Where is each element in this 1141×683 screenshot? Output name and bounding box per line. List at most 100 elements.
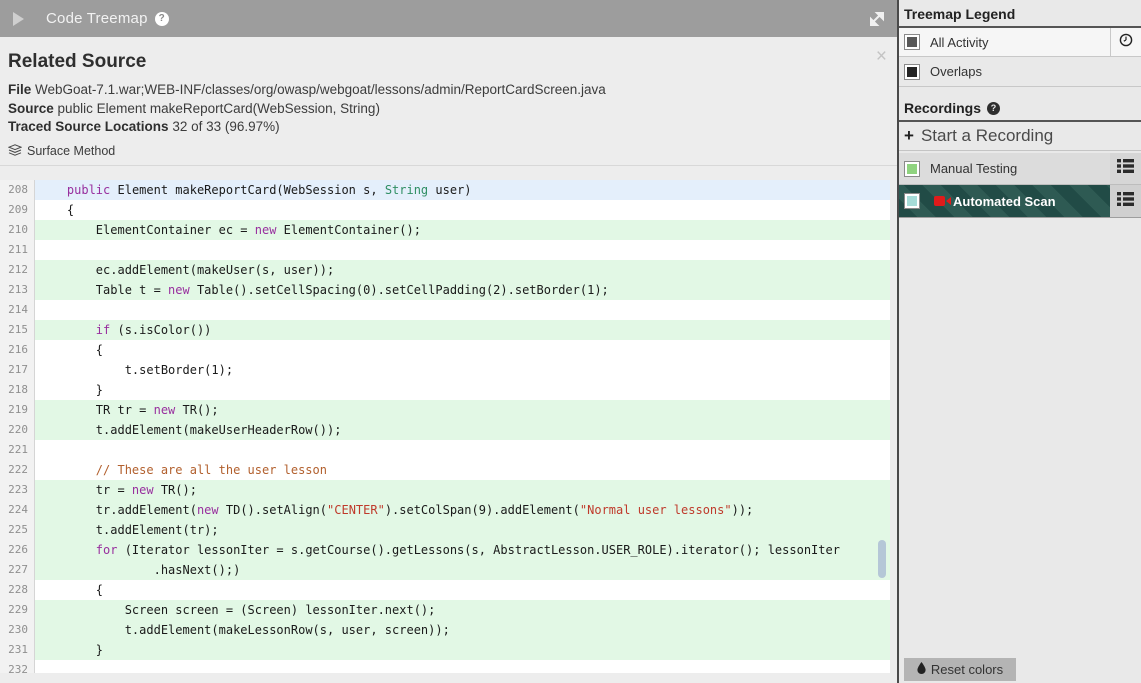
line-number: 210: [0, 220, 35, 240]
code-lines: 208 public Element makeReportCard(WebSes…: [0, 180, 890, 673]
line-number: 208: [0, 180, 35, 200]
recordings-help-icon[interactable]: ?: [987, 101, 1001, 115]
recordings-title: Recordings: [904, 100, 982, 116]
code-line: 229 Screen screen = (Screen) lessonIter.…: [0, 600, 890, 620]
divider: [0, 164, 899, 166]
line-number: 224: [0, 500, 35, 520]
code-line: 222 // These are all the user lesson: [0, 460, 890, 480]
treemap-header: Code Treemap ?: [0, 0, 899, 37]
recording-item-automated-scan[interactable]: Automated Scan: [899, 185, 1141, 218]
close-icon[interactable]: ×: [876, 47, 887, 66]
manual-testing-menu[interactable]: [1110, 153, 1141, 184]
all-activity-label: All Activity: [930, 34, 989, 50]
surface-method-label: Surface Method: [27, 144, 116, 158]
line-number: 232: [0, 660, 35, 673]
line-number: 212: [0, 260, 35, 280]
start-recording-button[interactable]: + Start a Recording: [899, 122, 1141, 151]
surface-method-row[interactable]: Surface Method: [0, 143, 899, 159]
code-line: 231 }: [0, 640, 890, 660]
plus-icon: +: [904, 126, 914, 145]
code-line: 220 t.addElement(makeUserHeaderRow());: [0, 420, 890, 440]
code-text: t.setBorder(1);: [124, 363, 234, 377]
treemap-legend-title: Treemap Legend: [904, 6, 1016, 22]
code-text: public Element makeReportCard(WebSession…: [35, 180, 890, 200]
reset-colors-label: Reset colors: [930, 662, 1004, 677]
code-text: .hasNext();): [35, 560, 890, 580]
all-activity-swatch: [904, 34, 920, 50]
code-text: t.addElement(makeUserHeaderRow());: [35, 420, 890, 440]
reset-colors-button[interactable]: Reset colors: [904, 658, 1016, 681]
code-line: 228 {: [0, 580, 890, 600]
code-text: tr.addElement(new TD().setAlign("CENTER"…: [35, 500, 890, 520]
code-text: t.addElement(tr);: [35, 520, 890, 540]
line-number: 215: [0, 320, 35, 340]
manual-testing-swatch: [904, 160, 920, 177]
code-text: Table t = new Table().setCellSpacing(0).…: [35, 280, 890, 300]
manual-testing-main: Manual Testing: [899, 153, 1110, 184]
expand-icon[interactable]: [868, 10, 885, 32]
start-recording-label: Start a Recording: [920, 126, 1054, 145]
code-text: {: [66, 203, 75, 217]
help-icon[interactable]: ?: [154, 11, 169, 26]
code-line: 211: [0, 240, 890, 260]
line-number: 222: [0, 460, 35, 480]
clock-icon: [1119, 33, 1133, 52]
line-number: 229: [0, 600, 35, 620]
file-value: WebGoat-7.1.war;WEB-INF/classes/org/owas…: [35, 82, 606, 97]
traced-row: Traced Source Locations 32 of 33 (96.97%…: [0, 118, 899, 137]
code-line: 210 ElementContainer ec = new ElementCon…: [0, 220, 890, 240]
code-line: 221: [0, 440, 890, 460]
manual-testing-label: Manual Testing: [930, 161, 1018, 176]
line-number: 219: [0, 400, 35, 420]
code-line: 212 ec.addElement(makeUser(s, user));: [0, 260, 890, 280]
line-number: 227: [0, 560, 35, 580]
legend-item-overlaps[interactable]: Overlaps: [899, 57, 1141, 87]
recordings-heading: Recordings ?: [899, 94, 1141, 122]
line-number: 217: [0, 360, 35, 380]
code-text: ElementContainer ec = new ElementContain…: [35, 220, 890, 240]
list-icon: [1117, 159, 1134, 178]
automated-scan-swatch: [904, 193, 920, 209]
layers-icon: [7, 143, 23, 159]
line-number: 226: [0, 540, 35, 560]
overlaps-swatch: [904, 63, 920, 80]
legend-item-all-activity[interactable]: All Activity: [899, 28, 1141, 57]
line-number: 230: [0, 620, 35, 640]
code-text: }: [95, 383, 104, 397]
code-line: 226 for (Iterator lessonIter = s.getCour…: [0, 540, 890, 560]
code-line: 224 tr.addElement(new TD().setAlign("CEN…: [0, 500, 890, 520]
code-line: 215 if (s.isColor()): [0, 320, 890, 340]
activity-time-cell[interactable]: [1110, 28, 1141, 56]
source-code-viewer[interactable]: 208 public Element makeReportCard(WebSes…: [0, 180, 890, 673]
source-value: public Element makeReportCard(WebSession…: [57, 100, 380, 116]
automated-scan-menu[interactable]: [1110, 185, 1141, 217]
line-number: 231: [0, 640, 35, 660]
video-camera-icon: [934, 195, 951, 207]
code-text: if (s.isColor()): [35, 320, 890, 340]
code-text: // These are all the user lesson: [95, 463, 327, 477]
collapse-play-icon[interactable]: [13, 11, 24, 26]
treemap-sidebar: Treemap Legend All Activity Overlaps Rec…: [897, 0, 1141, 683]
file-label: File: [8, 82, 32, 97]
panel-title: Related Source: [8, 51, 147, 72]
automated-scan-main: Automated Scan: [899, 185, 1110, 217]
line-number: 225: [0, 520, 35, 540]
code-line: 225 t.addElement(tr);: [0, 520, 890, 540]
code-scrollbar-thumb[interactable]: [878, 540, 886, 578]
traced-value: 32 of 33 (96.97%): [172, 119, 280, 134]
code-text: }: [35, 640, 890, 660]
list-icon: [1117, 191, 1134, 211]
recording-item-manual-testing[interactable]: Manual Testing: [899, 153, 1141, 185]
code-line: 227 .hasNext();): [0, 560, 890, 580]
line-number: 218: [0, 380, 35, 400]
code-text: for (Iterator lessonIter = s.getCourse()…: [35, 540, 890, 560]
line-number: 228: [0, 580, 35, 600]
treemap-title: Code Treemap: [46, 10, 148, 27]
code-line: 232: [0, 660, 890, 673]
line-number: 220: [0, 420, 35, 440]
code-text: TR tr = new TR();: [35, 400, 890, 420]
code-text: tr = new TR();: [35, 480, 890, 500]
